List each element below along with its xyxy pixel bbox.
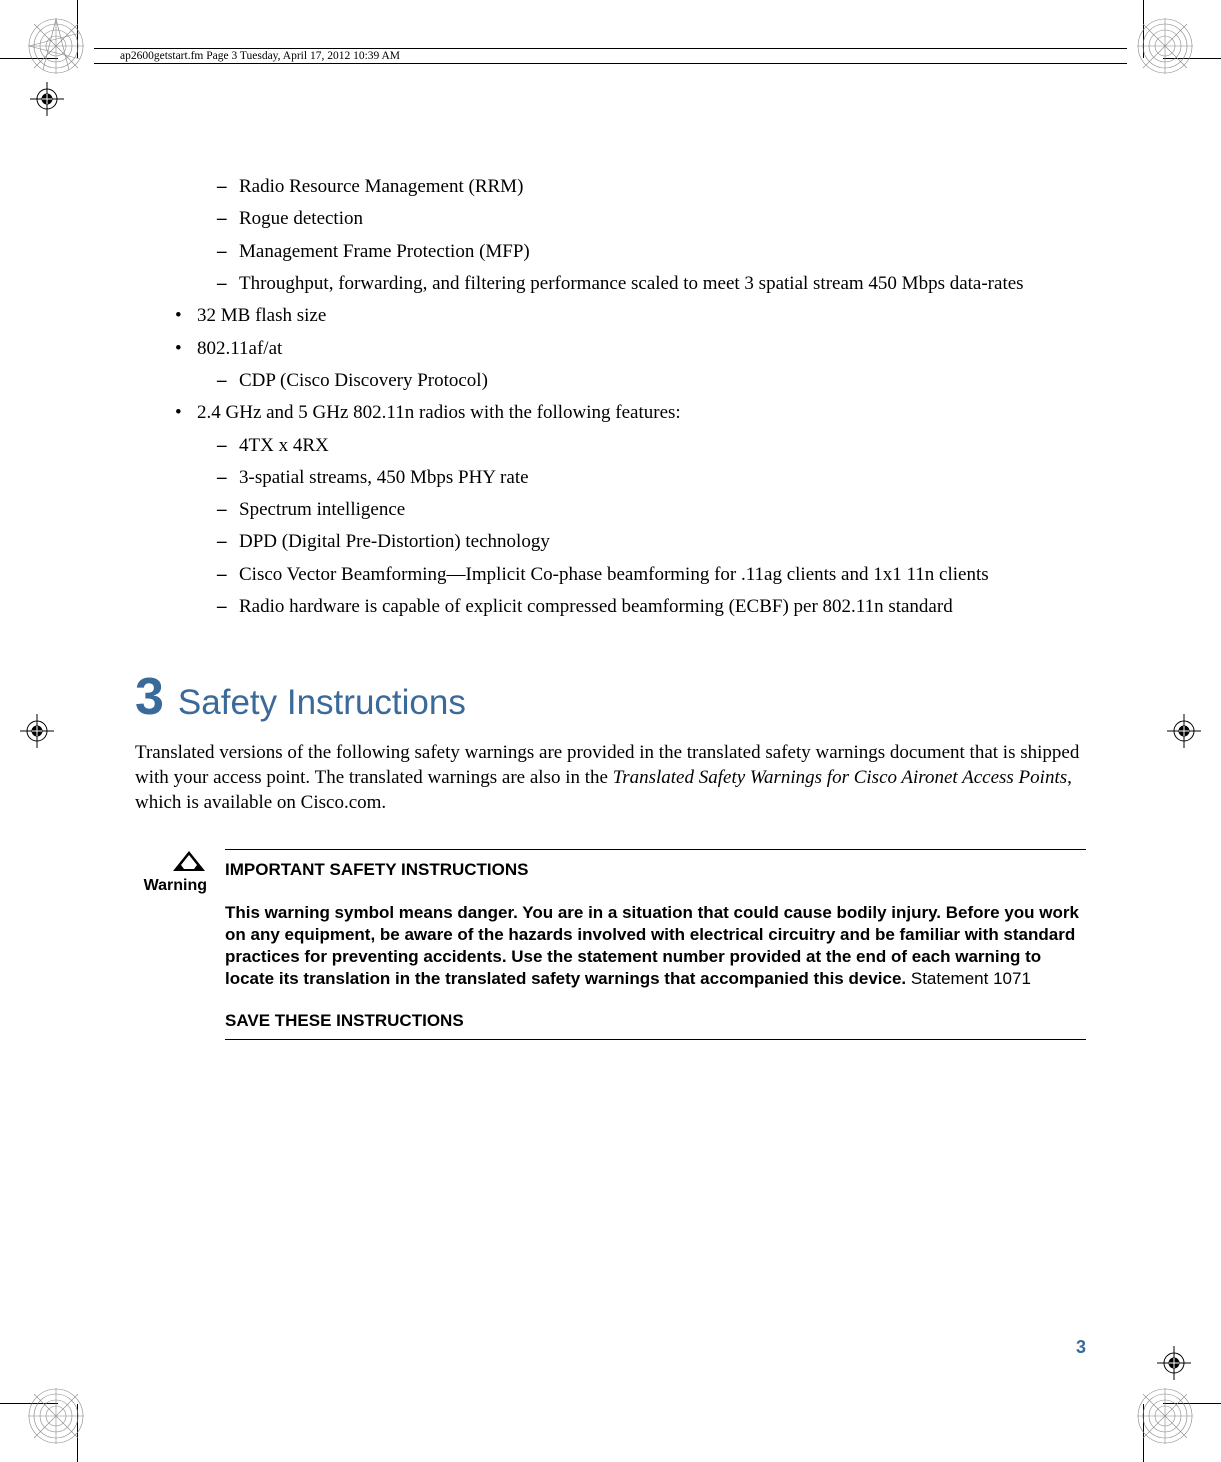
warning-content: IMPORTANT SAFETY INSTRUCTIONS This warni…: [225, 849, 1086, 1040]
warning-label: Warning: [144, 877, 207, 895]
divider: [225, 849, 1086, 850]
warning-label-column: Warning: [135, 849, 207, 1040]
list-item: Rogue detection: [197, 207, 1086, 231]
list-item: Throughput, forwarding, and filtering pe…: [197, 272, 1086, 296]
warning-block: Warning IMPORTANT SAFETY INSTRUCTIONS Th…: [135, 849, 1086, 1040]
section-body: Translated versions of the following saf…: [135, 741, 1086, 815]
list-item-text: 2.4 GHz and 5 GHz 802.11n radios with th…: [197, 402, 681, 423]
list-item: Spectrum intelligence: [197, 498, 1086, 522]
warning-icon: [171, 849, 207, 873]
section-title: Safety Instructions: [178, 683, 466, 723]
page-header: ap2600getstart.fm Page 3 Tuesday, April …: [94, 48, 1127, 64]
registration-mark-icon: [30, 82, 64, 116]
registration-mark-icon: [20, 714, 54, 748]
page-number: 3: [1076, 1337, 1086, 1358]
list-item: Radio Resource Management (RRM): [197, 175, 1086, 199]
warning-save: SAVE THESE INSTRUCTIONS: [225, 1011, 1086, 1031]
body-italic: Translated Safety Warnings for Cisco Air…: [613, 767, 1067, 788]
list-item: 3-spatial streams, 450 Mbps PHY rate: [197, 466, 1086, 490]
list-item: 32 MB flash size: [135, 304, 1086, 328]
printer-mark-icon: [1137, 18, 1193, 74]
printer-mark-icon: [1137, 1388, 1193, 1444]
warning-body: This warning symbol means danger. You ar…: [225, 902, 1086, 989]
printer-mark-icon: [28, 1388, 84, 1444]
list-item: 4TX x 4RX: [197, 434, 1086, 458]
warning-body-plain: Statement 1071: [906, 969, 1031, 988]
list-item: 2.4 GHz and 5 GHz 802.11n radios with th…: [135, 401, 1086, 619]
warning-title: IMPORTANT SAFETY INSTRUCTIONS: [225, 860, 1086, 880]
registration-mark-icon: [1157, 1346, 1191, 1380]
printer-mark-icon: [28, 18, 84, 74]
section-number: 3: [135, 667, 164, 727]
page-content: Radio Resource Management (RRM) Rogue de…: [135, 175, 1086, 1040]
list-item: Cisco Vector Beamforming—Implicit Co-pha…: [197, 563, 1086, 587]
registration-mark-icon: [1167, 714, 1201, 748]
list-item-text: 802.11af/at: [197, 338, 282, 359]
section-heading: 3 Safety Instructions: [135, 667, 1086, 727]
list-item: CDP (Cisco Discovery Protocol): [197, 369, 1086, 393]
header-text: ap2600getstart.fm Page 3 Tuesday, April …: [120, 50, 400, 62]
divider: [225, 1039, 1086, 1040]
list-item: Radio hardware is capable of explicit co…: [197, 595, 1086, 619]
list-item: Management Frame Protection (MFP): [197, 240, 1086, 264]
list-item: 802.11af/at CDP (Cisco Discovery Protoco…: [135, 337, 1086, 394]
list-item: DPD (Digital Pre-Distortion) technology: [197, 530, 1086, 554]
